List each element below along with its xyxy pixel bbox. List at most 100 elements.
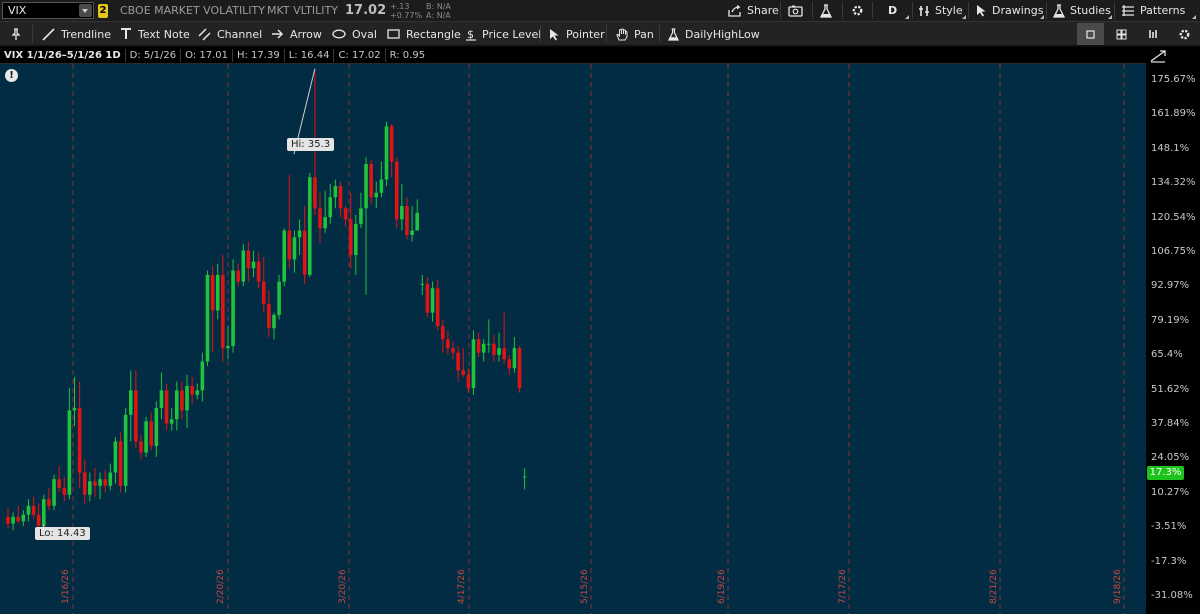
candle [144, 417, 148, 457]
candle [292, 230, 297, 273]
tool-pointer[interactable]: Pointer [549, 22, 605, 46]
alert-icon[interactable]: ! [5, 69, 18, 82]
candle [507, 354, 512, 375]
candle-body [215, 274, 220, 311]
candle-body [256, 261, 261, 282]
style-menu[interactable]: Style [918, 0, 963, 21]
arrow-icon [272, 29, 284, 39]
candle [420, 274, 425, 295]
candlestick-plot[interactable] [0, 64, 1146, 614]
candle-body [476, 339, 481, 353]
price-chart[interactable]: ! Hi: 35.3 Lo: 14.43 1/16/26 2/20/26 3/20/… [0, 64, 1146, 614]
price-axis[interactable]: 175.67% 161.89% 148.1% 134.32% 120.54% 106.75… [1146, 47, 1200, 614]
tool-trendline[interactable]: Trendline [42, 22, 111, 46]
pin-toolbar-button[interactable] [11, 22, 27, 46]
tool-channel[interactable]: Channel [198, 22, 262, 46]
candle-body [57, 479, 61, 489]
candle-body [323, 217, 327, 229]
candle-body [195, 390, 200, 395]
candle-body [359, 208, 363, 224]
net-change: +.13 [390, 2, 410, 11]
chart-settings-button[interactable] [851, 0, 869, 21]
candle-body [47, 499, 51, 506]
layout-single-button[interactable] [1077, 23, 1104, 45]
candle-body [302, 230, 307, 275]
chart-bars-button[interactable] [1140, 23, 1167, 45]
candle [487, 319, 491, 353]
candle [221, 254, 225, 362]
symbol-dropdown-icon[interactable] [79, 4, 92, 17]
candle-body [425, 283, 430, 313]
layout-grid-button[interactable] [1108, 23, 1135, 45]
candle-body [297, 230, 302, 238]
candle-body [354, 223, 358, 255]
share-label: Share [747, 4, 779, 17]
link-group-badge[interactable]: 2 [98, 4, 108, 18]
thinkback-button[interactable] [820, 0, 837, 21]
tool-label: Pointer [566, 27, 605, 41]
candle [323, 190, 327, 233]
cursor-icon [550, 28, 559, 40]
tool-rectangle[interactable]: Rectangle [387, 22, 461, 46]
candle-body [364, 163, 368, 209]
tool-arrow[interactable]: Arrow [271, 22, 322, 46]
toolbar-settings-button[interactable] [1171, 23, 1198, 45]
candle-body [446, 339, 450, 349]
candle [492, 334, 496, 362]
date-axis-label: 9/18/26 [1113, 569, 1123, 604]
tool-oval[interactable]: Oval [332, 22, 377, 46]
symbol-selector[interactable]: VIX [2, 2, 94, 19]
drawings-menu[interactable]: Drawings [976, 0, 1043, 21]
bar-date: D: 5/1/26 [126, 48, 182, 62]
ask-price: A: N/A [426, 11, 451, 20]
candle [277, 274, 281, 320]
candle [164, 383, 169, 431]
share-button[interactable]: Share [728, 0, 779, 21]
tool-price-level[interactable]: $ Price Level [466, 22, 541, 46]
candle [103, 470, 107, 493]
trendline-icon [42, 27, 55, 41]
candles-group [6, 70, 527, 534]
candle [77, 381, 82, 489]
cursor-icon [977, 5, 986, 17]
snapshot-button[interactable] [788, 0, 808, 21]
symbol-input[interactable]: VIX [8, 4, 26, 17]
candle [174, 381, 179, 431]
style-label: Style [935, 4, 963, 17]
share-icon [728, 4, 741, 17]
tool-text-note[interactable]: Text Note [120, 22, 190, 46]
candle-body [6, 516, 10, 524]
candle [502, 312, 506, 364]
single-grid-icon [1086, 29, 1095, 39]
candle-body [466, 374, 471, 389]
flask-icon [1053, 3, 1065, 18]
candle [93, 468, 97, 497]
symbol-description: CBOE MARKET VOLATILITY [120, 4, 265, 17]
candle-body [292, 237, 297, 260]
candle-body [348, 219, 353, 255]
candle [6, 508, 10, 529]
bar-range: R: 0.95 [389, 49, 426, 61]
candle [394, 157, 399, 229]
patterns-icon [1122, 5, 1134, 16]
chart-title: VIX 1/1/26–5/1/26 1D [0, 48, 126, 62]
candle-body [440, 325, 445, 340]
candle-body [471, 339, 476, 389]
price-axis-tick: -3.51% [1151, 521, 1187, 533]
tool-daily-high-low[interactable]: DailyHighLow [668, 22, 760, 46]
candle [236, 263, 240, 287]
studies-menu[interactable]: Studies [1053, 0, 1111, 21]
candle-body [430, 288, 435, 313]
patterns-menu[interactable]: Patterns [1121, 0, 1185, 21]
tool-pan[interactable]: Pan [616, 22, 654, 46]
candle-body [52, 479, 56, 506]
candle [461, 348, 466, 378]
candle [26, 499, 31, 522]
candle [180, 381, 184, 420]
candle [205, 270, 210, 366]
price-axis-tick: 24.05% [1151, 452, 1190, 464]
candle [241, 243, 246, 287]
aggregation-selector[interactable]: D [888, 0, 897, 21]
date-axis-label: 5/15/26 [580, 569, 590, 604]
auto-scale-icon[interactable] [1150, 49, 1166, 63]
